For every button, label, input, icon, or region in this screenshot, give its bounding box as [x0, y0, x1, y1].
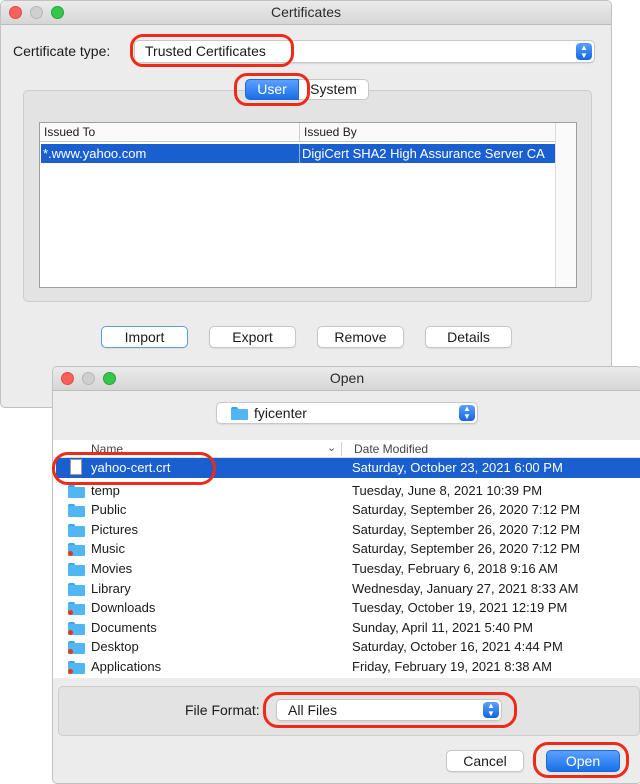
open-button[interactable]: Open [546, 750, 620, 772]
file-date: Tuesday, February 6, 2018 9:16 AM [352, 561, 558, 576]
tab-user[interactable]: User [245, 79, 299, 100]
file-date: Saturday, October 23, 2021 6:00 PM [352, 460, 563, 475]
restricted-badge-icon [68, 669, 73, 674]
file-date: Tuesday, October 19, 2021 12:19 PM [352, 600, 568, 616]
certificates-window: Certificates Certificate type: Trusted C… [0, 0, 612, 408]
certificate-table[interactable]: Issued To Issued By *.www.yahoo.com Digi… [39, 122, 577, 288]
export-button-label: Export [232, 329, 273, 345]
open-titlebar: Open [53, 367, 640, 391]
location-value: fyicenter [254, 405, 307, 421]
remove-button-label: Remove [334, 329, 387, 345]
certificates-title: Certificates [270, 4, 342, 20]
details-button-label: Details [447, 329, 490, 345]
file-date: Saturday, September 26, 2020 7:12 PM [352, 521, 581, 537]
open-button-label: Open [565, 753, 601, 769]
folder-icon [68, 582, 85, 596]
file-row-applications[interactable]: Applications Friday, February 19, 2021 8… [56, 657, 640, 677]
column-divider [341, 442, 342, 456]
column-divider [299, 123, 300, 142]
folder-icon [68, 504, 85, 518]
column-issued-to[interactable]: Issued To [44, 125, 95, 139]
file-format-value: All Files [288, 702, 338, 718]
tab-system-label: System [310, 81, 357, 97]
file-name: yahoo-cert.crt [91, 460, 171, 475]
file-date: Saturday, October 16, 2021 4:44 PM [352, 639, 563, 655]
file-name: Movies [91, 561, 133, 576]
open-title: Open [329, 370, 365, 386]
file-date: Saturday, September 26, 2020 7:12 PM [352, 502, 581, 518]
sort-chevron-down-icon: ⌄ [327, 442, 337, 454]
zoom-window-icon[interactable] [51, 6, 64, 19]
import-button-label: Import [124, 329, 165, 345]
file-row-temp[interactable]: temp Tuesday, June 8, 2021 10:39 PM [56, 481, 640, 501]
file-name: Pictures [91, 521, 138, 537]
file-name: temp [91, 482, 120, 498]
chevron-updown-icon: ▲ ▼ [483, 702, 499, 718]
close-window-icon[interactable] [61, 372, 74, 385]
file-row-pictures[interactable]: Pictures Saturday, September 26, 2020 7:… [56, 520, 640, 540]
file-format-select[interactable]: All Files ▲ ▼ [276, 699, 502, 721]
file-row-music[interactable]: Music Saturday, September 26, 2020 7:12 … [56, 539, 640, 559]
folder-icon [68, 484, 85, 498]
import-button[interactable]: Import [101, 326, 188, 348]
file-name: Music [91, 541, 125, 557]
file-date: Tuesday, June 8, 2021 10:39 PM [352, 482, 543, 498]
certificate-type-label: Certificate type: [13, 43, 111, 59]
remove-button[interactable]: Remove [317, 326, 404, 348]
table-row[interactable]: *.www.yahoo.com DigiCert SHA2 High Assur… [41, 144, 556, 163]
folder-icon [68, 523, 85, 537]
chevron-updown-icon: ▲ ▼ [576, 43, 592, 60]
restricted-badge-icon [68, 629, 73, 635]
file-row-downloads[interactable]: Downloads Tuesday, October 19, 2021 12:1… [56, 598, 640, 618]
close-window-icon[interactable] [9, 6, 22, 19]
certificate-type-select[interactable]: Trusted Certificates ▲ ▼ [134, 40, 595, 63]
file-name: Library [91, 580, 131, 596]
file-name: Applications [91, 659, 162, 674]
file-row-movies[interactable]: Movies Tuesday, February 6, 2018 9:16 AM [56, 559, 640, 579]
minimize-window-icon[interactable] [82, 372, 95, 385]
file-row-library[interactable]: Library Wednesday, January 27, 2021 8:33… [56, 579, 640, 599]
file-name: Downloads [91, 600, 156, 616]
document-icon [70, 459, 82, 475]
file-date: Saturday, September 26, 2020 7:12 PM [352, 541, 581, 557]
file-list-header: Name ⌄ Date Modified [53, 440, 640, 458]
certificate-type-value: Trusted Certificates [145, 43, 266, 59]
file-date: Wednesday, January 27, 2021 8:33 AM [352, 580, 579, 596]
tab-user-label: User [257, 81, 287, 97]
file-date: Sunday, April 11, 2021 5:40 PM [352, 619, 533, 635]
file-row-documents[interactable]: Documents Sunday, April 11, 2021 5:40 PM [56, 618, 640, 638]
column-name[interactable]: Name [91, 442, 123, 456]
file-row-yahoo-cert[interactable]: yahoo-cert.crt Saturday, October 23, 202… [56, 458, 640, 478]
details-button[interactable]: Details [425, 326, 512, 348]
certificates-titlebar: Certificates [1, 1, 611, 25]
window-controls [61, 372, 116, 385]
file-format-label: File Format: [185, 702, 260, 718]
row-divider [299, 144, 300, 163]
file-row-desktop[interactable]: Desktop Saturday, October 16, 2021 4:44 … [56, 637, 640, 657]
file-date: Friday, February 19, 2021 8:38 AM [352, 659, 552, 674]
tab-system[interactable]: System [299, 79, 369, 100]
folder-icon [68, 563, 85, 576]
cell-issued-to: *.www.yahoo.com [43, 146, 147, 161]
export-button[interactable]: Export [209, 326, 296, 348]
window-controls [9, 6, 64, 19]
location-folder-icon [231, 407, 248, 420]
cancel-button[interactable]: Cancel [446, 750, 524, 772]
minimize-window-icon[interactable] [30, 6, 43, 19]
location-select[interactable]: fyicenter ▲ ▼ [216, 402, 478, 424]
chevron-updown-icon: ▲ ▼ [459, 405, 475, 421]
file-name: Desktop [91, 639, 139, 655]
file-name: Public [91, 502, 127, 518]
cell-issued-by: DigiCert SHA2 High Assurance Server CA [302, 146, 545, 161]
table-scrollbar[interactable] [555, 123, 576, 287]
cancel-button-label: Cancel [463, 753, 507, 769]
file-row-public[interactable]: Public Saturday, September 26, 2020 7:12… [56, 500, 640, 520]
table-header: Issued To Issued By [40, 123, 555, 142]
column-date-modified[interactable]: Date Modified [354, 442, 428, 456]
file-name: Documents [91, 619, 157, 635]
column-issued-by[interactable]: Issued By [304, 125, 357, 139]
zoom-window-icon[interactable] [103, 372, 116, 385]
